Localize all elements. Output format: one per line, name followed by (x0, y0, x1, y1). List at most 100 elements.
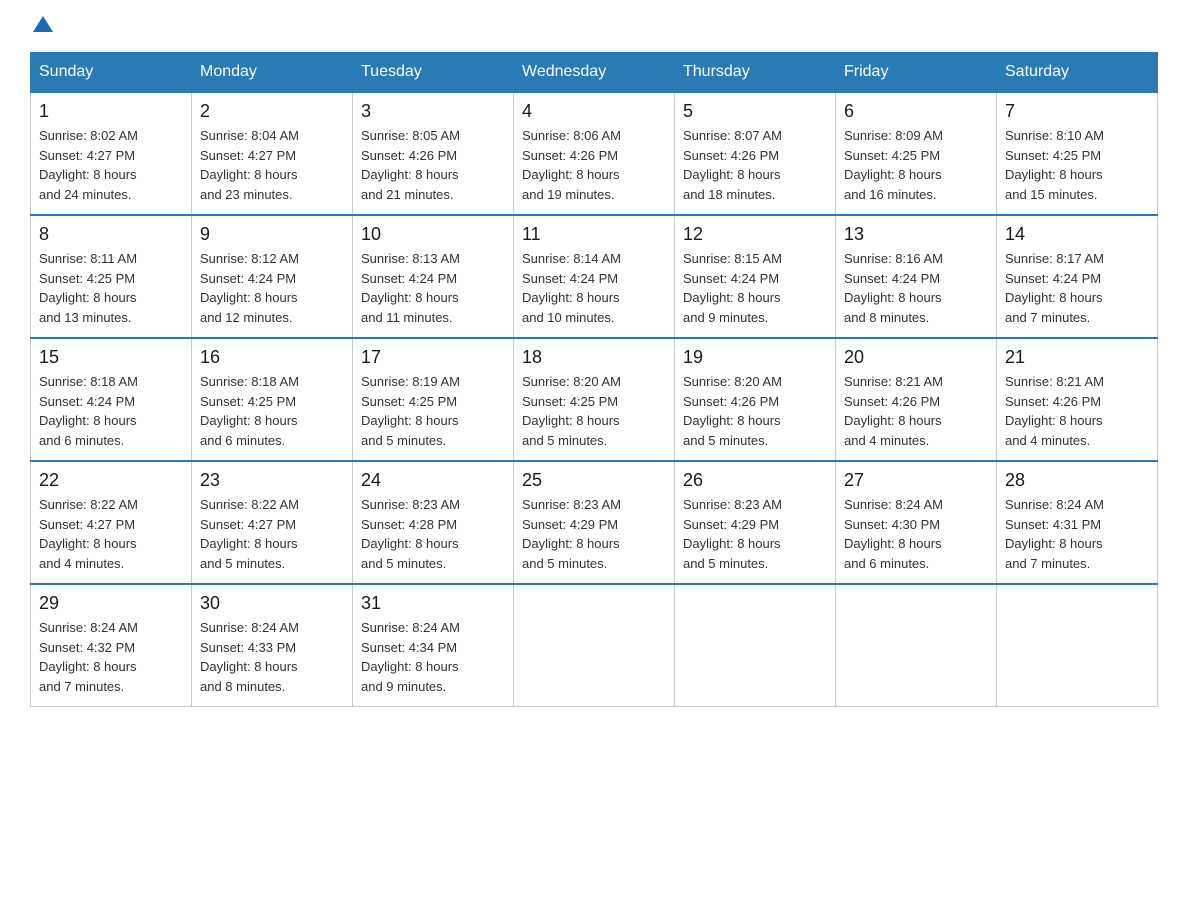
day-info: Sunrise: 8:12 AMSunset: 4:24 PMDaylight:… (200, 249, 344, 327)
day-info: Sunrise: 8:24 AMSunset: 4:32 PMDaylight:… (39, 618, 183, 696)
day-info: Sunrise: 8:22 AMSunset: 4:27 PMDaylight:… (39, 495, 183, 573)
day-info: Sunrise: 8:24 AMSunset: 4:30 PMDaylight:… (844, 495, 988, 573)
day-number: 27 (844, 470, 988, 491)
day-info: Sunrise: 8:23 AMSunset: 4:28 PMDaylight:… (361, 495, 505, 573)
day-number: 3 (361, 101, 505, 122)
day-cell: 7 Sunrise: 8:10 AMSunset: 4:25 PMDaylight… (997, 92, 1158, 215)
day-info: Sunrise: 8:06 AMSunset: 4:26 PMDaylight:… (522, 126, 666, 204)
day-number: 8 (39, 224, 183, 245)
day-info: Sunrise: 8:07 AMSunset: 4:26 PMDaylight:… (683, 126, 827, 204)
day-info: Sunrise: 8:21 AMSunset: 4:26 PMDaylight:… (1005, 372, 1149, 450)
day-cell: 23Sunrise: 8:22 AMSunset: 4:27 PMDayligh… (192, 461, 353, 584)
day-info: Sunrise: 8:23 AMSunset: 4:29 PMDaylight:… (683, 495, 827, 573)
day-number: 25 (522, 470, 666, 491)
day-cell: 30 Sunrise: 8:24 AMSunset: 4:33 PMDayligh… (192, 584, 353, 707)
day-number: 30 (200, 593, 344, 614)
day-cell: 6 Sunrise: 8:09 AMSunset: 4:25 PMDaylight… (836, 92, 997, 215)
day-number: 18 (522, 347, 666, 368)
day-number: 7 (1005, 101, 1149, 122)
day-cell: 4 Sunrise: 8:06 AMSunset: 4:26 PMDaylight… (514, 92, 675, 215)
day-cell: 12 Sunrise: 8:15 AMSunset: 4:24 PMDayligh… (675, 215, 836, 338)
day-cell: 19Sunrise: 8:20 AMSunset: 4:26 PMDayligh… (675, 338, 836, 461)
day-cell: 25Sunrise: 8:23 AMSunset: 4:29 PMDayligh… (514, 461, 675, 584)
day-cell: 11Sunrise: 8:14 AMSunset: 4:24 PMDayligh… (514, 215, 675, 338)
day-info: Sunrise: 8:05 AMSunset: 4:26 PMDaylight:… (361, 126, 505, 204)
day-number: 4 (522, 101, 666, 122)
day-info: Sunrise: 8:17 AMSunset: 4:24 PMDaylight:… (1005, 249, 1149, 327)
day-number: 6 (844, 101, 988, 122)
day-info: Sunrise: 8:10 AMSunset: 4:25 PMDaylight:… (1005, 126, 1149, 204)
day-cell: 27 Sunrise: 8:24 AMSunset: 4:30 PMDayligh… (836, 461, 997, 584)
header-tuesday: Tuesday (353, 53, 514, 93)
logo-triangle-icon (33, 16, 53, 32)
day-cell: 20 Sunrise: 8:21 AMSunset: 4:26 PMDayligh… (836, 338, 997, 461)
week-row-2: 8 Sunrise: 8:11 AMSunset: 4:25 PMDaylight… (31, 215, 1158, 338)
week-row-4: 22 Sunrise: 8:22 AMSunset: 4:27 PMDayligh… (31, 461, 1158, 584)
day-cell: 1 Sunrise: 8:02 AMSunset: 4:27 PMDaylight… (31, 92, 192, 215)
day-info: Sunrise: 8:24 AMSunset: 4:31 PMDaylight:… (1005, 495, 1149, 573)
day-cell: 22 Sunrise: 8:22 AMSunset: 4:27 PMDayligh… (31, 461, 192, 584)
header-friday: Friday (836, 53, 997, 93)
day-number: 5 (683, 101, 827, 122)
day-number: 2 (200, 101, 344, 122)
day-number: 9 (200, 224, 344, 245)
calendar-table: SundayMondayTuesdayWednesdayThursdayFrid… (30, 52, 1158, 707)
day-cell: 15Sunrise: 8:18 AMSunset: 4:24 PMDayligh… (31, 338, 192, 461)
day-cell: 26 Sunrise: 8:23 AMSunset: 4:29 PMDayligh… (675, 461, 836, 584)
day-cell: 13Sunrise: 8:16 AMSunset: 4:24 PMDayligh… (836, 215, 997, 338)
header-thursday: Thursday (675, 53, 836, 93)
day-info: Sunrise: 8:19 AMSunset: 4:25 PMDaylight:… (361, 372, 505, 450)
day-info: Sunrise: 8:24 AMSunset: 4:33 PMDaylight:… (200, 618, 344, 696)
logo (30, 20, 53, 32)
day-number: 24 (361, 470, 505, 491)
day-cell: 8 Sunrise: 8:11 AMSunset: 4:25 PMDaylight… (31, 215, 192, 338)
day-cell: 29 Sunrise: 8:24 AMSunset: 4:32 PMDayligh… (31, 584, 192, 707)
day-cell: 18Sunrise: 8:20 AMSunset: 4:25 PMDayligh… (514, 338, 675, 461)
day-number: 31 (361, 593, 505, 614)
day-info: Sunrise: 8:18 AMSunset: 4:25 PMDaylight:… (200, 372, 344, 450)
day-number: 17 (361, 347, 505, 368)
calendar-header: SundayMondayTuesdayWednesdayThursdayFrid… (31, 53, 1158, 93)
day-number: 21 (1005, 347, 1149, 368)
day-cell: 2 Sunrise: 8:04 AMSunset: 4:27 PMDaylight… (192, 92, 353, 215)
header-wednesday: Wednesday (514, 53, 675, 93)
day-number: 26 (683, 470, 827, 491)
day-info: Sunrise: 8:15 AMSunset: 4:24 PMDaylight:… (683, 249, 827, 327)
day-cell: 5 Sunrise: 8:07 AMSunset: 4:26 PMDaylight… (675, 92, 836, 215)
day-cell: 31 Sunrise: 8:24 AMSunset: 4:34 PMDayligh… (353, 584, 514, 707)
day-info: Sunrise: 8:09 AMSunset: 4:25 PMDaylight:… (844, 126, 988, 204)
header-monday: Monday (192, 53, 353, 93)
day-number: 19 (683, 347, 827, 368)
day-info: Sunrise: 8:24 AMSunset: 4:34 PMDaylight:… (361, 618, 505, 696)
day-number: 29 (39, 593, 183, 614)
calendar-body: 1 Sunrise: 8:02 AMSunset: 4:27 PMDaylight… (31, 92, 1158, 707)
day-cell (675, 584, 836, 707)
day-info: Sunrise: 8:13 AMSunset: 4:24 PMDaylight:… (361, 249, 505, 327)
day-cell: 24 Sunrise: 8:23 AMSunset: 4:28 PMDayligh… (353, 461, 514, 584)
day-number: 14 (1005, 224, 1149, 245)
day-info: Sunrise: 8:11 AMSunset: 4:25 PMDaylight:… (39, 249, 183, 327)
day-info: Sunrise: 8:04 AMSunset: 4:27 PMDaylight:… (200, 126, 344, 204)
day-number: 20 (844, 347, 988, 368)
day-number: 1 (39, 101, 183, 122)
header-saturday: Saturday (997, 53, 1158, 93)
day-info: Sunrise: 8:14 AMSunset: 4:24 PMDaylight:… (522, 249, 666, 327)
logo-general-text (30, 20, 53, 32)
day-cell: 16 Sunrise: 8:18 AMSunset: 4:25 PMDayligh… (192, 338, 353, 461)
day-info: Sunrise: 8:02 AMSunset: 4:27 PMDaylight:… (39, 126, 183, 204)
day-info: Sunrise: 8:22 AMSunset: 4:27 PMDaylight:… (200, 495, 344, 573)
day-number: 16 (200, 347, 344, 368)
day-cell (514, 584, 675, 707)
day-cell: 14 Sunrise: 8:17 AMSunset: 4:24 PMDayligh… (997, 215, 1158, 338)
day-info: Sunrise: 8:21 AMSunset: 4:26 PMDaylight:… (844, 372, 988, 450)
day-number: 12 (683, 224, 827, 245)
week-row-3: 15Sunrise: 8:18 AMSunset: 4:24 PMDayligh… (31, 338, 1158, 461)
day-cell: 10 Sunrise: 8:13 AMSunset: 4:24 PMDayligh… (353, 215, 514, 338)
header-sunday: Sunday (31, 53, 192, 93)
day-info: Sunrise: 8:18 AMSunset: 4:24 PMDaylight:… (39, 372, 183, 450)
day-cell (997, 584, 1158, 707)
day-number: 10 (361, 224, 505, 245)
day-number: 22 (39, 470, 183, 491)
day-cell: 3 Sunrise: 8:05 AMSunset: 4:26 PMDaylight… (353, 92, 514, 215)
day-number: 28 (1005, 470, 1149, 491)
